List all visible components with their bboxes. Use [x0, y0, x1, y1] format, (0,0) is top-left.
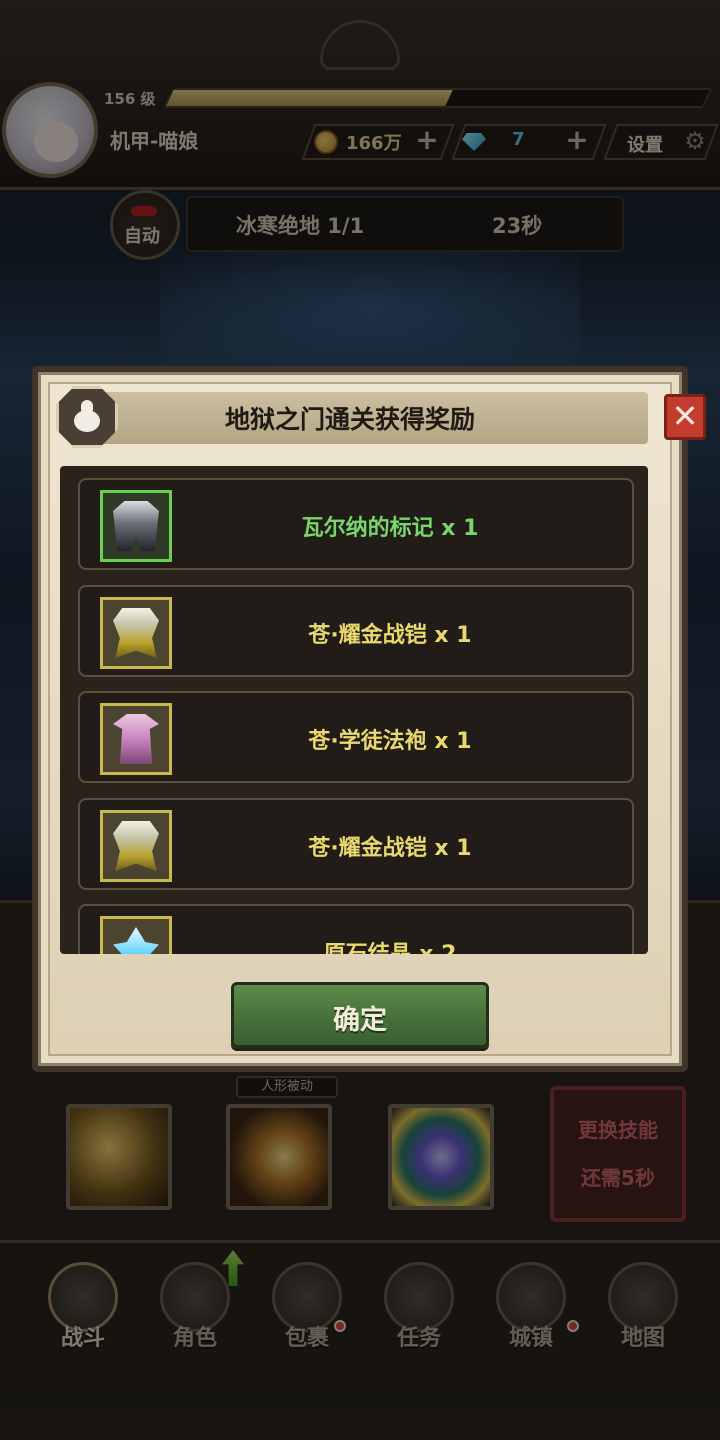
item-slot[interactable]: [100, 916, 172, 954]
item-slot[interactable]: [100, 490, 172, 562]
reward-item-name: 苍·学徒法袍 x 1: [308, 729, 472, 754]
item-slot[interactable]: [100, 703, 172, 775]
reward-row: 苍·耀金战铠 x 1: [78, 585, 634, 677]
reward-row: 苍·学徒法袍 x 1: [78, 691, 634, 783]
reward-row: 瓦尔纳的标记 x 1: [78, 478, 634, 570]
pink-robe-icon: [113, 714, 159, 764]
dialog-title: 地狱之门通关获得奖励: [224, 405, 475, 434]
item-slot[interactable]: [100, 810, 172, 882]
reward-row: 原石结晶 x 2: [78, 904, 634, 954]
reward-item-name: 原石结晶 x 2: [190, 936, 590, 954]
gold-armor-icon: [113, 821, 159, 871]
item-slot[interactable]: [100, 597, 172, 669]
crystal-icon: [113, 927, 159, 954]
reward-item-name: 瓦尔纳的标记 x 1: [301, 516, 479, 541]
confirm-label: 确定: [333, 1005, 387, 1036]
dark-armor-icon: [113, 501, 159, 551]
reward-item-name: 苍·耀金战铠 x 1: [308, 623, 472, 648]
close-icon[interactable]: ✕: [664, 394, 706, 440]
reward-item-name: 苍·耀金战铠 x 1: [308, 836, 472, 861]
gold-armor-icon: [113, 608, 159, 658]
reward-list[interactable]: 瓦尔纳的标记 x 1 苍·耀金战铠 x 1 苍·学徒法袍 x 1 苍·耀金战铠 …: [60, 466, 648, 954]
reward-row: 苍·耀金战铠 x 1: [78, 798, 634, 890]
